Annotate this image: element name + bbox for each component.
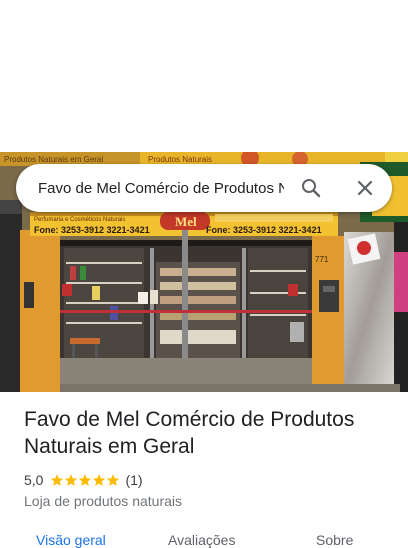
sign-top-text: Produtos Naturais xyxy=(148,155,212,164)
sign-left-text: Perfumaria e Cosméticos Naturais xyxy=(34,217,125,223)
rating-stars xyxy=(50,473,120,487)
star-icon xyxy=(79,474,92,486)
sign-center-text: Mel xyxy=(175,214,197,229)
search-input[interactable] xyxy=(38,176,284,200)
sign-phone-left: Fone: 3253-3912 3221-3421 xyxy=(34,225,150,235)
close-icon[interactable] xyxy=(353,176,377,200)
place-tabs: Visão geral Avaliações Sobre xyxy=(0,528,408,548)
tab-reviews[interactable]: Avaliações xyxy=(168,532,235,548)
sign-phone-right: Fone: 3253-3912 3221-3421 xyxy=(206,225,322,235)
rating-row[interactable]: 5,0 (1) xyxy=(24,471,143,489)
star-icon xyxy=(107,474,120,486)
tab-about[interactable]: Sobre xyxy=(316,532,353,548)
star-icon xyxy=(51,474,64,486)
review-count[interactable]: (1) xyxy=(125,472,142,488)
star-icon xyxy=(93,474,106,486)
search-icon[interactable] xyxy=(299,176,323,200)
tab-overview[interactable]: Visão geral xyxy=(36,532,106,548)
place-title: Favo de Mel Comércio de Produtos Naturai… xyxy=(24,408,355,458)
star-icon xyxy=(65,474,78,486)
search-box xyxy=(16,164,392,212)
sign-top-left-text: Produtos Naturais em Geral xyxy=(4,155,103,164)
door-number: 771 xyxy=(315,255,329,264)
rating-value: 5,0 xyxy=(24,472,44,488)
place-category[interactable]: Loja de produtos naturais xyxy=(24,493,182,509)
